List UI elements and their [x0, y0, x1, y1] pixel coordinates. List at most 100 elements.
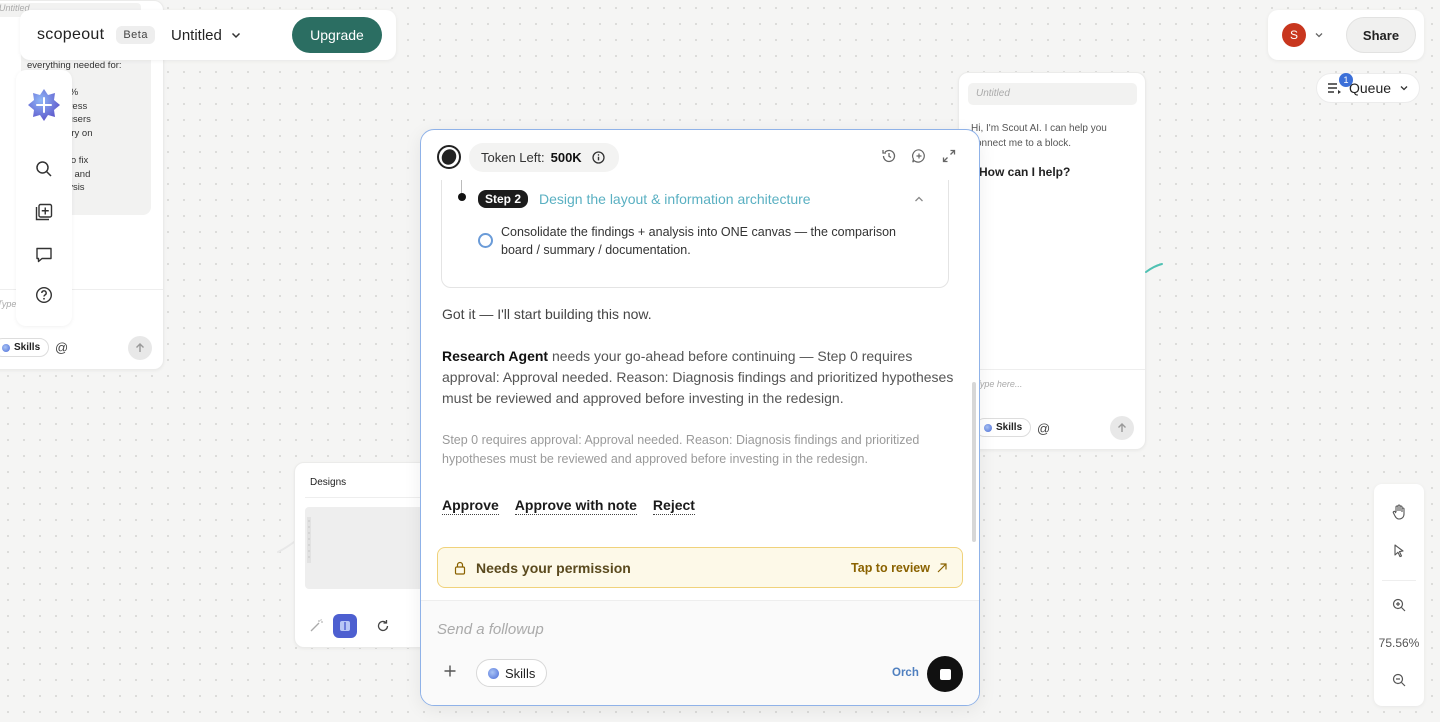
magic-wand-icon — [310, 619, 323, 632]
comment-button[interactable] — [16, 246, 72, 264]
token-value: 500K — [550, 150, 582, 165]
send-button[interactable] — [128, 336, 152, 360]
arrow-up-icon — [136, 343, 144, 352]
stop-icon — [939, 668, 951, 680]
agent-name: Research Agent — [442, 348, 549, 364]
tap-to-review-link[interactable]: Tap to review — [851, 561, 948, 575]
queue-label: Queue — [1349, 80, 1392, 96]
refresh-button[interactable] — [376, 619, 390, 633]
design-mode-button[interactable] — [333, 614, 357, 638]
zoom-level: 75.56% — [1378, 636, 1420, 650]
mention-button[interactable]: @ — [55, 340, 68, 355]
zoom-out-icon — [1392, 673, 1406, 687]
chevron-down-icon — [1315, 33, 1323, 38]
pending-status-icon — [478, 233, 493, 248]
send-button[interactable] — [1110, 416, 1134, 440]
attach-button[interactable] — [443, 664, 461, 682]
magic-wand-button[interactable] — [309, 619, 323, 633]
zoom-in-button[interactable] — [1374, 598, 1424, 612]
reject-button[interactable]: Reject — [652, 497, 695, 515]
plus-icon — [444, 665, 456, 677]
collapse-step-button[interactable] — [913, 193, 925, 205]
add-page-button[interactable] — [16, 203, 72, 221]
stop-generation-button[interactable] — [927, 656, 963, 692]
left-toolbar — [16, 70, 72, 326]
assistant-message: Got it — I'll start building this now. — [442, 306, 652, 322]
permission-banner[interactable]: Needs your permission Tap to review — [437, 547, 963, 588]
background-chat-card-right: Untitled Hi, I'm Scout AI. I can help yo… — [958, 72, 1146, 450]
queue-button[interactable]: 1 Queue — [1316, 73, 1420, 103]
skills-icon — [488, 667, 499, 679]
arrow-up-icon — [1118, 423, 1126, 432]
top-bar: scopeout Beta Untitled Upgrade — [20, 10, 396, 60]
user-avatar[interactable]: S — [1282, 23, 1306, 47]
logo-text: scopeout — [37, 26, 105, 43]
info-icon — [592, 151, 605, 164]
zoom-out-button[interactable] — [1374, 673, 1424, 687]
token-balance-pill[interactable]: Token Left: 500K — [469, 143, 619, 172]
expand-button[interactable] — [941, 148, 957, 164]
file-title: Untitled — [170, 26, 222, 44]
permission-text: Needs your permission — [476, 559, 631, 576]
token-label: Token Left: — [481, 150, 545, 165]
new-chat-icon — [912, 149, 925, 163]
approve-with-note-button[interactable]: Approve with note — [514, 497, 637, 515]
approve-button[interactable]: Approve — [442, 497, 499, 515]
zoom-in-icon — [1392, 598, 1406, 612]
how-can-i-help-heading: How can I help? — [979, 165, 1071, 179]
chat-messages[interactable]: Step 2 Design the layout & information a… — [421, 180, 979, 544]
divider — [305, 497, 433, 498]
orchestrator-mode-toggle[interactable]: Orch — [892, 667, 919, 679]
add-page-icon — [35, 203, 53, 221]
search-icon — [36, 161, 52, 177]
step-title: Design the layout & information architec… — [539, 191, 811, 207]
card-title-field[interactable]: Untitled — [968, 83, 1137, 105]
connector-curve — [277, 541, 295, 553]
help-icon — [35, 286, 53, 304]
cursor-icon — [1394, 544, 1404, 558]
step-subtask-text: Consolidate the findings + analysis into… — [501, 225, 897, 257]
new-chat-button[interactable] — [911, 148, 927, 164]
scout-intro-text: Hi, I'm Scout AI. I can help you connect… — [971, 123, 1107, 149]
mention-button[interactable]: @ — [1037, 421, 1050, 436]
skills-chip[interactable]: Skills — [0, 338, 50, 357]
design-mode-icon — [340, 621, 350, 631]
share-button[interactable]: Share — [1346, 17, 1416, 53]
canvas-controls-toolbar: 75.56% — [1374, 484, 1424, 706]
skills-label: Skills — [14, 342, 41, 353]
search-button[interactable] — [16, 160, 72, 178]
help-button[interactable] — [16, 286, 72, 304]
history-icon — [882, 149, 896, 163]
skills-icon — [2, 343, 10, 352]
expand-icon — [942, 149, 956, 163]
followup-input[interactable] — [437, 621, 957, 638]
upgrade-button[interactable]: Upgrade — [292, 17, 382, 53]
chevron-up-icon — [915, 196, 923, 202]
skills-button[interactable]: Skills — [476, 659, 548, 687]
comment-icon — [36, 247, 52, 263]
scrollbar[interactable] — [972, 382, 976, 542]
file-title-dropdown[interactable]: Untitled — [171, 27, 242, 44]
history-button[interactable] — [881, 148, 897, 164]
block-title: Designs — [310, 477, 347, 488]
approval-actions: Approve Approve with note Reject — [442, 497, 695, 515]
select-tool-button[interactable] — [1374, 544, 1424, 558]
skills-chip[interactable]: Skills — [975, 418, 1032, 437]
hand-icon — [1392, 504, 1405, 520]
designs-block-card[interactable]: Designs — [294, 462, 434, 648]
add-block-button[interactable] — [27, 88, 61, 122]
message-composer: Skills Orch — [421, 600, 979, 705]
skills-label: Skills — [505, 665, 536, 681]
app-logo[interactable]: scopeout — [37, 26, 104, 44]
arrow-up-right-icon — [937, 562, 947, 572]
chevron-down-icon — [1400, 86, 1408, 91]
scout-logo-icon — [437, 145, 461, 169]
beta-badge: Beta — [116, 26, 155, 44]
plan-step-card: Step 2 Design the layout & information a… — [441, 180, 949, 288]
design-preview-thumbnail[interactable] — [305, 507, 433, 589]
top-right-bar: S Share — [1268, 10, 1424, 60]
queue-count-badge: 1 — [1339, 73, 1353, 87]
hand-tool-button[interactable] — [1374, 504, 1424, 520]
card-chat-input[interactable]: Type here... — [975, 379, 1022, 389]
step-bullet — [458, 193, 466, 201]
